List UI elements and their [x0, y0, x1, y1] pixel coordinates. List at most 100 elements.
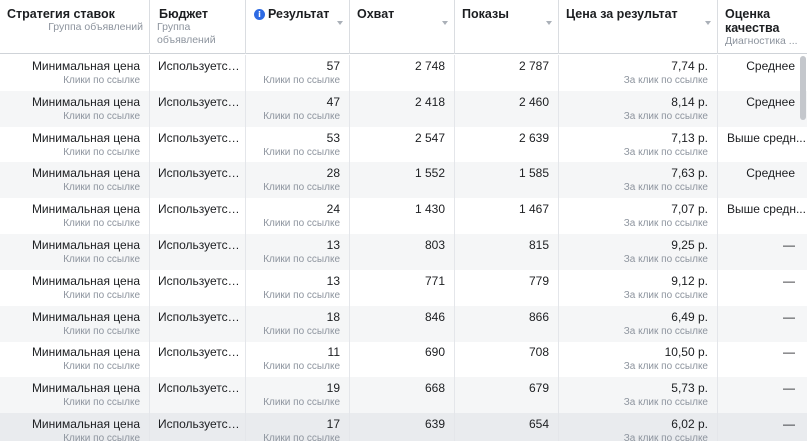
column-title: Показы	[462, 7, 509, 21]
bid-strategy-value: Минимальная цена	[31, 59, 140, 73]
column-header-budget[interactable]: Бюджет Группа объявлений	[150, 0, 246, 54]
cost-per-result-value: 6,49 р.	[671, 309, 708, 324]
table-row[interactable]: Минимальная цена Клики по ссылке Использ…	[0, 341, 807, 378]
column-header-result[interactable]: i Результат	[246, 0, 350, 54]
table-row[interactable]: Минимальная цена Клики по ссылке Использ…	[0, 90, 807, 127]
result-cell: 11 Клики по ссылке	[246, 341, 350, 378]
sort-caret-icon[interactable]	[442, 21, 448, 25]
bid-strategy-subvalue: Клики по ссылке	[63, 218, 140, 230]
cost-per-result-value: 9,12 р.	[671, 273, 708, 288]
result-cell: 13 Клики по ссылке	[246, 269, 350, 306]
table-row[interactable]: Минимальная цена Клики по ссылке Использ…	[0, 162, 807, 199]
quality-ranking-value: Выше средн...	[727, 202, 806, 217]
impressions-value: 1 585	[518, 166, 549, 181]
result-value: 17	[326, 417, 340, 431]
impressions-value: 815	[528, 238, 549, 252]
column-title: Оценка качества	[725, 7, 780, 35]
result-cell: 24 Клики по ссылке	[246, 198, 350, 235]
cost-per-result-cell: 7,13 р. За клик по ссылке	[559, 126, 718, 163]
bid-strategy-cell: Минимальная цена Клики по ссылке	[0, 413, 150, 441]
table-row[interactable]: Минимальная цена Клики по ссылке Использ…	[0, 126, 807, 163]
budget-cell: Используется ...	[150, 413, 246, 441]
column-subtitle: Группа объявлений	[48, 21, 143, 33]
budget-value: Используется ...	[158, 166, 241, 181]
budget-cell: Используется ...	[150, 198, 246, 235]
quality-ranking-cell: —	[718, 341, 807, 377]
reach-cell: 1 552	[350, 162, 455, 199]
cost-per-result-cell: 8,14 р. За клик по ссылке	[559, 90, 718, 127]
cost-per-result-value: 7,63 р.	[671, 166, 708, 181]
bid-strategy-subvalue: Клики по ссылке	[63, 254, 140, 265]
bid-strategy-cell: Минимальная цена Клики по ссылке	[0, 305, 150, 342]
result-value: 13	[326, 273, 340, 288]
bid-strategy-value: Минимальная цена	[31, 345, 140, 360]
impressions-value: 779	[528, 273, 549, 288]
reach-cell: 2 748	[350, 55, 455, 91]
bid-strategy-subvalue: Клики по ссылке	[63, 397, 140, 409]
reach-value: 803	[424, 238, 445, 252]
reach-cell: 690	[350, 341, 455, 378]
quality-ranking-cell: —	[718, 413, 807, 441]
reach-value: 690	[424, 345, 445, 360]
info-icon[interactable]: i	[254, 9, 265, 20]
cost-per-result-cell: 7,07 р. За клик по ссылке	[559, 198, 718, 235]
result-cell: 53 Клики по ссылке	[246, 126, 350, 163]
column-header-cost-per-result[interactable]: Цена за результат	[559, 0, 718, 54]
column-title: Цена за результат	[566, 7, 678, 21]
column-title: Бюджет	[159, 7, 209, 21]
table-row[interactable]: Минимальная цена Клики по ссылке Использ…	[0, 198, 807, 235]
cost-per-result-cell: 9,12 р. За клик по ссылке	[559, 269, 718, 306]
budget-cell: Используется ...	[150, 90, 246, 127]
impressions-value: 2 787	[518, 59, 549, 73]
bid-strategy-subvalue: Клики по ссылке	[63, 361, 140, 373]
table-row[interactable]: Минимальная цена Клики по ссылке Использ…	[0, 234, 807, 270]
quality-ranking-value: —	[783, 381, 795, 396]
table-row[interactable]: Минимальная цена Клики по ссылке Использ…	[0, 377, 807, 414]
impressions-value: 1 467	[518, 202, 549, 217]
bid-strategy-cell: Минимальная цена Клики по ссылке	[0, 55, 150, 91]
column-header-bid-strategy[interactable]: Стратегия ставок Группа объявлений	[0, 0, 150, 54]
budget-value: Используется ...	[158, 309, 241, 324]
result-subvalue: Клики по ссылке	[263, 75, 340, 86]
vertical-scrollbar[interactable]	[800, 56, 806, 120]
column-header-reach[interactable]: Охват	[350, 0, 455, 54]
table-row[interactable]: Минимальная цена Клики по ссылке Использ…	[0, 269, 807, 306]
table-row[interactable]: Минимальная цена Клики по ссылке Использ…	[0, 55, 807, 91]
sort-caret-icon[interactable]	[546, 21, 552, 25]
column-header-impressions[interactable]: Показы	[455, 0, 559, 54]
quality-ranking-cell: Среднее	[718, 91, 807, 127]
budget-cell: Используется ...	[150, 126, 246, 163]
result-cell: 13 Клики по ссылке	[246, 234, 350, 270]
cost-per-result-subvalue: За клик по ссылке	[623, 361, 708, 373]
cost-per-result-subvalue: За клик по ссылке	[623, 110, 708, 122]
table-row[interactable]: Минимальная цена Клики по ссылке Использ…	[0, 305, 807, 342]
cost-per-result-subvalue: За клик по ссылке	[623, 289, 708, 301]
column-title: Охват	[357, 7, 395, 21]
bid-strategy-subvalue: Клики по ссылке	[63, 433, 140, 441]
reach-value: 2 547	[414, 130, 445, 145]
column-header-quality-ranking[interactable]: Оценка качества Диагностика ...	[718, 0, 800, 54]
result-subvalue: Клики по ссылке	[263, 110, 340, 122]
result-subvalue: Клики по ссылке	[263, 397, 340, 409]
reach-cell: 2 547	[350, 126, 455, 163]
sort-caret-icon[interactable]	[705, 21, 711, 25]
column-title: Результат	[268, 7, 330, 21]
bid-strategy-value: Минимальная цена	[31, 202, 140, 217]
bid-strategy-value: Минимальная цена	[31, 309, 140, 324]
sort-caret-icon[interactable]	[337, 21, 343, 25]
cost-per-result-cell: 6,02 р. За клик по ссылке	[559, 413, 718, 441]
cost-per-result-value: 8,14 р.	[671, 94, 708, 109]
result-cell: 17 Клики по ссылке	[246, 413, 350, 441]
reach-value: 846	[424, 309, 445, 324]
result-subvalue: Клики по ссылке	[263, 146, 340, 158]
table-row[interactable]: Минимальная цена Клики по ссылке Использ…	[0, 413, 807, 441]
bid-strategy-value: Минимальная цена	[31, 130, 140, 145]
bid-strategy-cell: Минимальная цена Клики по ссылке	[0, 377, 150, 414]
impressions-cell: 2 787	[455, 55, 559, 91]
cost-per-result-value: 5,73 р.	[671, 381, 708, 396]
quality-ranking-value: Среднее	[746, 59, 795, 73]
bid-strategy-subvalue: Клики по ссылке	[63, 289, 140, 301]
cost-per-result-subvalue: За клик по ссылке	[623, 433, 708, 441]
reach-cell: 803	[350, 234, 455, 270]
result-cell: 47 Клики по ссылке	[246, 90, 350, 127]
